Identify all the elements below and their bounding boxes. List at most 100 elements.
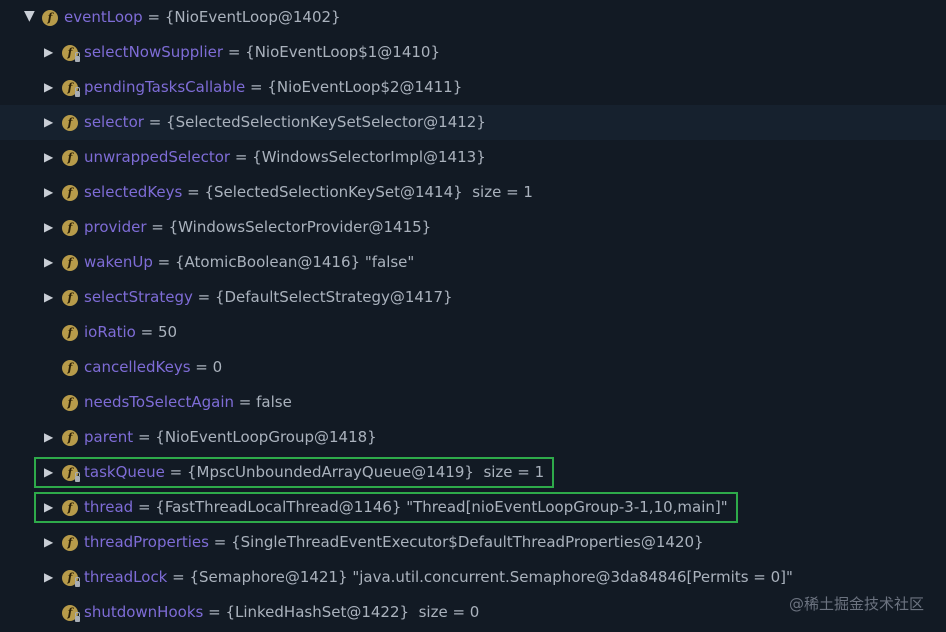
expand-arrow-icon[interactable]: ▶	[44, 81, 54, 93]
equals-sign: =	[143, 113, 167, 131]
tree-row-selectStrategy[interactable]: ▶ f selectStrategy = {DefaultSelectStrateg…	[0, 280, 946, 315]
lock-icon	[75, 577, 80, 587]
field-name: unwrappedSelector	[84, 148, 231, 166]
field-value: {WindowsSelectorProvider@1415}	[168, 218, 432, 236]
field-name: threadProperties	[84, 533, 209, 551]
field-name: cancelledKeys	[84, 358, 191, 376]
equals-sign: =	[192, 288, 215, 306]
tree-row-cancelledKeys[interactable]: f cancelledKeys = 0	[0, 350, 946, 385]
tree-row-ioRatio[interactable]: f ioRatio = 50	[0, 315, 946, 350]
tree-row-text: selector = {SelectedSelectionKeySetSelec…	[84, 105, 486, 140]
lock-icon	[75, 612, 80, 622]
tree-row-thread[interactable]: ▶ f thread = {FastThreadLocalThread@1146} …	[0, 490, 946, 525]
field-name: selectedKeys	[84, 183, 183, 201]
tree-row-text: taskQueue = {MpscUnboundedArrayQueue@141…	[84, 455, 544, 490]
variables-tree: ▼ f eventLoop = {NioEventLoop@1402} ▶ f selec…	[0, 0, 946, 632]
lock-icon	[75, 52, 80, 62]
field-name: thread	[84, 498, 134, 516]
equals-sign: =	[167, 568, 190, 586]
tree-row-text: shutdownHooks = {LinkedHashSet@1422} siz…	[84, 595, 479, 630]
tree-row-selectedKeys[interactable]: ▶ f selectedKeys = {SelectedSelectionKeySe…	[0, 175, 946, 210]
field-icon: f	[62, 465, 80, 482]
equals-sign: =	[152, 253, 175, 271]
equals-sign: =	[223, 43, 246, 61]
field-icon: f	[62, 500, 78, 516]
field-name: pendingTasksCallable	[84, 78, 246, 96]
equals-sign: =	[142, 8, 165, 26]
equals-sign: =	[203, 603, 226, 621]
expand-arrow-icon[interactable]: ▶	[44, 46, 54, 58]
tree-row-text: threadLock = {Semaphore@1421} "java.util…	[84, 560, 793, 595]
tree-row-threadProperties[interactable]: ▶ f threadProperties = {SingleThreadEventE…	[0, 525, 946, 560]
field-value: false	[256, 393, 292, 411]
field-icon: f	[62, 430, 78, 446]
expand-arrow-icon[interactable]: ▶	[44, 501, 54, 513]
expand-arrow-icon[interactable]: ▶	[44, 256, 54, 268]
expand-arrow-icon[interactable]: ▶	[44, 466, 54, 478]
field-icon: f	[62, 535, 78, 551]
tree-row-threadLock[interactable]: ▶ f threadLock = {Semaphore@1421} "java.ut…	[0, 560, 946, 595]
tree-row-provider[interactable]: ▶ f provider = {WindowsSelectorProvider@14…	[0, 210, 946, 245]
field-value: {Semaphore@1421} "java.util.concurrent.S…	[189, 568, 793, 586]
field-icon: f	[62, 605, 80, 622]
field-icon: f	[62, 395, 78, 411]
equals-sign: =	[133, 428, 156, 446]
equals-sign: =	[208, 533, 232, 551]
expand-arrow-icon[interactable]: ▶	[44, 536, 54, 548]
tree-row-text: parent = {NioEventLoopGroup@1418}	[84, 420, 377, 455]
tree-row-text: pendingTasksCallable = {NioEventLoop$2@1…	[84, 70, 462, 105]
field-value: {AtomicBoolean@1416} "false"	[174, 253, 415, 271]
field-value: {NioEventLoopGroup@1418}	[155, 428, 377, 446]
equals-sign: =	[182, 183, 205, 201]
tree-row-wakenUp[interactable]: ▶ f wakenUp = {AtomicBoolean@1416} "false"	[0, 245, 946, 280]
field-value: {MpscUnboundedArrayQueue@1419}	[186, 463, 474, 481]
field-name: taskQueue	[84, 463, 165, 481]
field-name: threadLock	[84, 568, 168, 586]
field-value: {NioEventLoop@1402}	[164, 8, 341, 26]
tree-row-parent[interactable]: ▶ f parent = {NioEventLoopGroup@1418}	[0, 420, 946, 455]
expand-arrow-icon[interactable]: ▶	[44, 116, 54, 128]
tree-row-eventLoop[interactable]: ▼ f eventLoop = {NioEventLoop@1402}	[0, 0, 946, 35]
tree-row-needsToSelectAgain[interactable]: f needsToSelectAgain = false	[0, 385, 946, 420]
expand-arrow-icon[interactable]: ▶	[44, 571, 54, 583]
collapse-arrow-icon[interactable]: ▼	[24, 9, 35, 23]
tree-row-pendingTasksCallable[interactable]: ▶ f pendingTasksCallable = {NioEventLoop$2…	[0, 70, 946, 105]
expand-arrow-icon[interactable]: ▶	[44, 151, 54, 163]
tree-row-unwrappedSelector[interactable]: ▶ f unwrappedSelector = {WindowsSelectorIm…	[0, 140, 946, 175]
field-value: {SingleThreadEventExecutor$DefaultThread…	[231, 533, 704, 551]
tree-row-selector[interactable]: ▶ f selector = {SelectedSelectionKeySetSel…	[0, 105, 946, 140]
field-icon: f	[62, 255, 78, 271]
tree-row-text: ioRatio = 50	[84, 315, 177, 350]
tree-row-selectNowSupplier[interactable]: ▶ f selectNowSupplier = {NioEventLoop$1@14…	[0, 35, 946, 70]
field-icon: f	[62, 570, 80, 587]
lock-icon	[75, 87, 80, 97]
tree-row-text: wakenUp = {AtomicBoolean@1416} "false"	[84, 245, 414, 280]
tree-row-text: cancelledKeys = 0	[84, 350, 222, 385]
equals-sign: =	[245, 78, 268, 96]
equals-sign: =	[133, 498, 156, 516]
expand-arrow-icon[interactable]: ▶	[44, 431, 54, 443]
tree-row-text: selectedKeys = {SelectedSelectionKeySet@…	[84, 175, 533, 210]
tree-row-taskQueue[interactable]: ▶ f taskQueue = {MpscUnboundedArrayQueue@1…	[0, 455, 946, 490]
field-icon: f	[62, 185, 78, 201]
expand-arrow-icon[interactable]: ▶	[44, 221, 54, 233]
field-name: shutdownHooks	[84, 603, 204, 621]
field-name: selectNowSupplier	[84, 43, 224, 61]
field-icon: f	[62, 150, 78, 166]
field-name: provider	[84, 218, 147, 236]
tree-row-text: selectStrategy = {DefaultSelectStrategy@…	[84, 280, 453, 315]
field-size: size = 1	[472, 183, 533, 201]
field-icon: f	[62, 220, 78, 236]
equals-sign: =	[164, 463, 187, 481]
field-size: size = 0	[418, 603, 480, 621]
expand-arrow-icon[interactable]: ▶	[44, 186, 54, 198]
field-name: wakenUp	[84, 253, 153, 271]
field-icon: f	[42, 10, 58, 26]
expand-arrow-icon[interactable]: ▶	[44, 291, 54, 303]
field-value: {SelectedSelectionKeySetSelector@1412}	[166, 113, 486, 131]
field-name: eventLoop	[64, 8, 143, 26]
field-value: {WindowsSelectorImpl@1413}	[252, 148, 486, 166]
tree-row-text: provider = {WindowsSelectorProvider@1415…	[84, 210, 431, 245]
field-icon: f	[62, 290, 78, 306]
equals-sign: =	[190, 358, 213, 376]
